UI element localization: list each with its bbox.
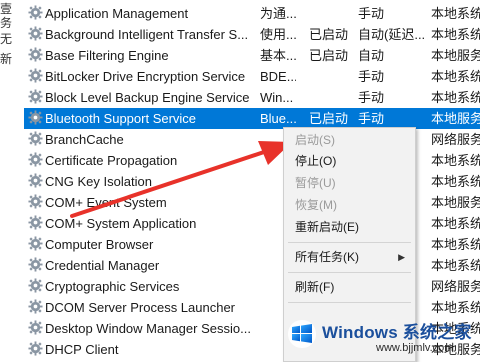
service-row[interactable]: Background Intelligent Transfer S... 使用..… [24,24,480,45]
service-description: Blue... [260,111,296,126]
menu-separator [288,242,411,243]
menu-item-pause: 暂停(U) [295,176,336,190]
service-name: COM+ System Application [45,216,197,231]
menu-item-refresh[interactable]: 刷新(F) [295,277,405,297]
service-logon-as: 本地系统 [431,258,480,273]
service-name: Base Filtering Engine [45,48,169,63]
menu-separator [288,302,411,303]
service-logon-as: 本地系统 [431,174,480,189]
menu-item-resume: 恢复(M) [295,198,337,212]
service-logon-as: 本地系统 [431,6,480,21]
description-char: 务 [0,16,13,30]
service-gear-icon [28,192,44,213]
service-description: 基本... [260,48,296,63]
service-name: Bluetooth Support Service [45,111,197,126]
service-name: COM+ Event System [45,195,167,210]
service-logon-as: 本地服务 [431,195,480,210]
watermark: Windows 系统之家 www.bjjmlv.com [286,312,480,360]
description-pane: 壹 务 无 新 [0,0,22,360]
service-gear-icon [28,255,44,276]
service-logon-as: 本地系统 [431,216,480,231]
service-name: Cryptographic Services [45,279,180,294]
service-logon-as: 网络服务 [431,132,480,147]
menu-item-start: 启动(S) [295,133,335,147]
service-name: Certificate Propagation [45,153,178,168]
watermark-tagline: 系统之家 [402,323,472,342]
watermark-title: Windows 系统之家 [322,318,472,343]
service-logon-as: 本地服务 [431,48,480,63]
description-char: 无 [0,32,13,46]
service-startup-type: 自动 [358,48,385,63]
service-gear-icon [28,171,44,192]
service-logon-as: 本地系统 [431,90,480,105]
watermark-url: www.bjjmlv.com [376,342,454,354]
service-row[interactable]: Bluetooth Support Service Blue... 已启动 手动 本地服… [24,108,480,129]
service-gear-icon [28,129,44,150]
service-logon-as: 本地系统 [431,237,480,252]
service-name: Background Intelligent Transfer S... [45,27,249,42]
service-description: BDE... [260,69,296,84]
service-gear-icon [28,87,44,108]
service-gear-icon [28,276,44,297]
service-logon-as: 本地系统 [431,69,480,84]
watermark-brand: Windows [322,323,398,342]
service-gear-icon [28,66,44,87]
service-name: Block Level Backup Engine Service [45,90,250,105]
service-status [309,87,365,108]
service-status: 已启动 [309,111,349,126]
service-name: BitLocker Drive Encryption Service [45,69,246,84]
service-gear-icon [28,108,44,129]
service-status [309,3,365,24]
service-description: 为通... [260,6,296,21]
service-gear-icon [28,3,44,24]
service-gear-icon [28,150,44,171]
service-name: CNG Key Isolation [45,174,152,189]
service-logon-as: 本地系统 [431,153,480,168]
service-logon-as: 网络服务 [431,279,480,294]
service-gear-icon [28,318,44,339]
service-startup-type: 手动 [358,6,385,21]
service-name: Application Management [45,6,189,21]
service-gear-icon [28,213,44,234]
service-logon-as: 本地系统 [431,27,480,42]
service-row[interactable]: BitLocker Drive Encryption Service BDE...… [24,66,480,87]
menu-item-all-tasks-label: 所有任务(K) [295,250,359,264]
submenu-arrow-icon: ▶ [398,252,405,262]
service-description: Win... [260,90,294,105]
service-status: 已启动 [309,27,349,42]
service-name: BranchCache [45,132,124,147]
service-row[interactable]: Block Level Backup Engine Service Win... 手… [24,87,480,108]
service-row[interactable]: Application Management 为通... 手动 本地系统 [24,3,480,24]
service-description: 使用... [260,27,296,42]
menu-item-all-tasks[interactable]: 所有任务(K) ▶ [295,247,405,267]
windows-logo-icon [288,320,316,348]
menu-item-stop[interactable]: 停止(O) [295,151,405,171]
service-startup-type: 自动(延迟... [358,27,426,42]
service-startup-type: 手动 [358,90,385,105]
service-name: Credential Manager [45,258,160,273]
description-char: 新 [0,52,13,66]
service-gear-icon [28,24,44,45]
service-row[interactable]: Base Filtering Engine 基本... 已启动 自动 本地服务 [24,45,480,66]
menu-separator [288,272,411,273]
service-gear-icon [28,45,44,66]
service-startup-type: 手动 [358,111,385,126]
service-gear-icon [28,339,44,360]
service-logon-as: 本地服务 [431,111,480,126]
service-name: Computer Browser [45,237,154,252]
service-name: DCOM Server Process Launcher [45,300,236,315]
service-name: Desktop Window Manager Sessio... [45,321,251,336]
service-startup-type: 手动 [358,69,385,84]
menu-item-restart[interactable]: 重新启动(E) [295,217,405,237]
service-gear-icon [28,297,44,318]
service-gear-icon [28,234,44,255]
service-name: DHCP Client [45,342,119,357]
service-status: 已启动 [309,48,349,63]
service-status [309,66,365,87]
